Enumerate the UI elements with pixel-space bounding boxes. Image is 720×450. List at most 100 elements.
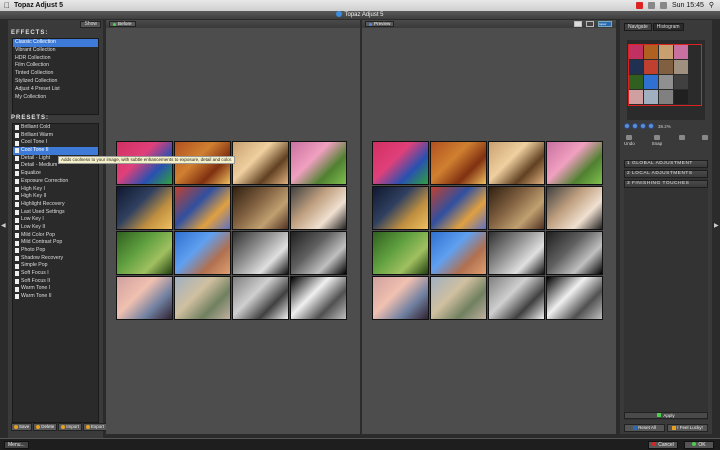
photo-thumbnail (430, 276, 487, 320)
preset-label: Cool Tone II (21, 147, 49, 154)
preset-item[interactable]: Soft Focus I (13, 270, 98, 278)
effect-item[interactable]: Tinted Collection (13, 70, 98, 78)
effect-item[interactable]: Classic Collection (13, 39, 98, 47)
split-view-icon[interactable] (586, 21, 594, 27)
ok-button[interactable]: OK (684, 441, 714, 449)
topaz-badge-icon: topaz (598, 21, 612, 27)
preset-label: Highlight Recovery (21, 200, 65, 207)
tab-histogram[interactable]: Histogram (652, 23, 684, 31)
apple-icon[interactable]:  (4, 0, 10, 11)
preset-label: Mild Contrast Pop (21, 239, 63, 246)
cancel-button[interactable]: Cancel (648, 441, 678, 449)
photo-thumbnail (546, 276, 603, 320)
collapse-left-icon[interactable]: ◀ (1, 222, 6, 229)
show-button[interactable]: Show (80, 21, 101, 28)
app-name[interactable]: Topaz Adjust 5 (14, 0, 63, 11)
preset-doc-icon (15, 217, 19, 223)
preview-status-icon (369, 22, 372, 26)
preset-item[interactable]: High Key I (13, 186, 98, 194)
effect-item[interactable]: Adjust 4 Preset List (13, 86, 98, 94)
preset-label: Last Used Settings (21, 208, 65, 215)
before-image[interactable] (116, 141, 347, 320)
compare-button[interactable] (679, 135, 686, 146)
preset-item[interactable]: Soft Focus II (13, 278, 98, 286)
preview-tab[interactable]: Preview (365, 21, 395, 27)
photo-thumbnail (174, 186, 231, 230)
preset-item[interactable]: Mild Color Pop (13, 232, 98, 240)
preset-doc-icon (15, 156, 19, 162)
preset-doc-icon (15, 271, 19, 277)
preset-item[interactable]: Brilliant Warm (13, 132, 98, 140)
preview-pane-header: Preview topaz (362, 20, 616, 28)
effect-item[interactable]: Vibrant Collection (13, 47, 98, 55)
preview-image[interactable] (372, 141, 603, 320)
preset-item[interactable]: Last Used Settings (13, 209, 98, 217)
zoom-out-icon[interactable] (624, 123, 630, 129)
preset-item[interactable]: Equalize (13, 170, 98, 178)
preset-item[interactable]: Brilliant Cold (13, 124, 98, 132)
right-panel: Navigate Histogram 38.2% Undo Snap 1 GLO… (620, 20, 712, 434)
status-icon[interactable] (635, 2, 643, 9)
photo-thumbnail (546, 141, 603, 185)
preset-item[interactable]: Warm Tone I (13, 285, 98, 293)
effects-heading: EFFECTS: (11, 30, 49, 36)
preset-item[interactable]: High Key II (13, 193, 98, 201)
battery-icon[interactable] (659, 2, 667, 9)
preset-item[interactable]: Exposure Correction (13, 178, 98, 186)
before-pane[interactable]: Before (106, 20, 360, 434)
view-tools: topaz (574, 21, 612, 27)
spotlight-icon[interactable]: ⚲ (709, 0, 714, 11)
preset-label: Exposure Correction (21, 177, 69, 184)
zoom-actual-icon[interactable] (648, 123, 654, 129)
feel-lucky-button[interactable]: I Feel Lucky! (667, 424, 708, 432)
tab-navigate[interactable]: Navigate (624, 23, 652, 31)
preset-item[interactable]: Cool Tone II (13, 147, 98, 155)
navigator-viewport-frame[interactable] (628, 44, 702, 106)
import-button[interactable]: Import (58, 423, 83, 431)
apply-button[interactable]: Apply (624, 412, 708, 419)
save-button[interactable]: Save (11, 423, 33, 431)
preset-item[interactable]: Highlight Recovery (13, 201, 98, 209)
preset-item[interactable]: Simple Pop (13, 262, 98, 270)
snap-button[interactable]: Snap (652, 135, 662, 146)
photo-thumbnail (290, 276, 347, 320)
preset-item[interactable]: Shadow Recovery (13, 255, 98, 263)
finishing-touches-section[interactable]: 3 FINISHING TOUCHES (624, 180, 708, 188)
export-button[interactable]: Export (83, 423, 108, 431)
collapse-right-icon[interactable]: ▶ (714, 222, 719, 229)
effect-item[interactable]: My Collection (13, 94, 98, 102)
effect-item[interactable]: Stylized Collection (13, 78, 98, 86)
zoom-in-icon[interactable] (632, 123, 638, 129)
delete-button[interactable]: Delete (33, 423, 58, 431)
preset-label: Equalize (21, 170, 41, 177)
menu-button[interactable]: Menu... (4, 441, 29, 449)
preview-pane[interactable]: Preview topaz (362, 20, 616, 434)
zoom-fit-icon[interactable] (640, 123, 646, 129)
preset-item[interactable]: Low Key II (13, 224, 98, 232)
preset-doc-icon (15, 148, 19, 154)
comment-button[interactable] (702, 135, 708, 146)
preset-label: Warm Tone II (21, 293, 52, 300)
preset-item[interactable]: Mild Contrast Pop (13, 239, 98, 247)
effect-item[interactable]: HDR Collection (13, 55, 98, 63)
volume-icon[interactable] (647, 2, 655, 9)
navigator-thumbnail[interactable] (627, 40, 705, 120)
effect-item[interactable]: Film Collection (13, 62, 98, 70)
before-tab[interactable]: Before (109, 21, 136, 27)
preset-doc-icon (15, 186, 19, 192)
photo-thumbnail (232, 231, 289, 275)
global-adjustment-section[interactable]: 1 GLOBAL ADJUSTMENT (624, 160, 708, 168)
preset-item[interactable]: Photo Pop (13, 247, 98, 255)
preset-item[interactable]: Warm Tone II (13, 293, 98, 301)
local-adjustments-section[interactable]: 2 LOCAL ADJUSTMENTS (624, 170, 708, 178)
reset-all-button[interactable]: Reset All (624, 424, 665, 432)
preset-item[interactable]: Cool Tone I (13, 139, 98, 147)
photo-thumbnail (488, 141, 545, 185)
single-view-icon[interactable] (574, 21, 582, 27)
preset-item[interactable]: Low Key I (13, 216, 98, 224)
clock[interactable]: Sun 15:45 (672, 0, 704, 11)
save-icon (14, 425, 18, 429)
undo-button[interactable]: Undo (624, 135, 635, 146)
photo-thumbnail (116, 276, 173, 320)
preset-label: Mild Color Pop (21, 231, 56, 238)
